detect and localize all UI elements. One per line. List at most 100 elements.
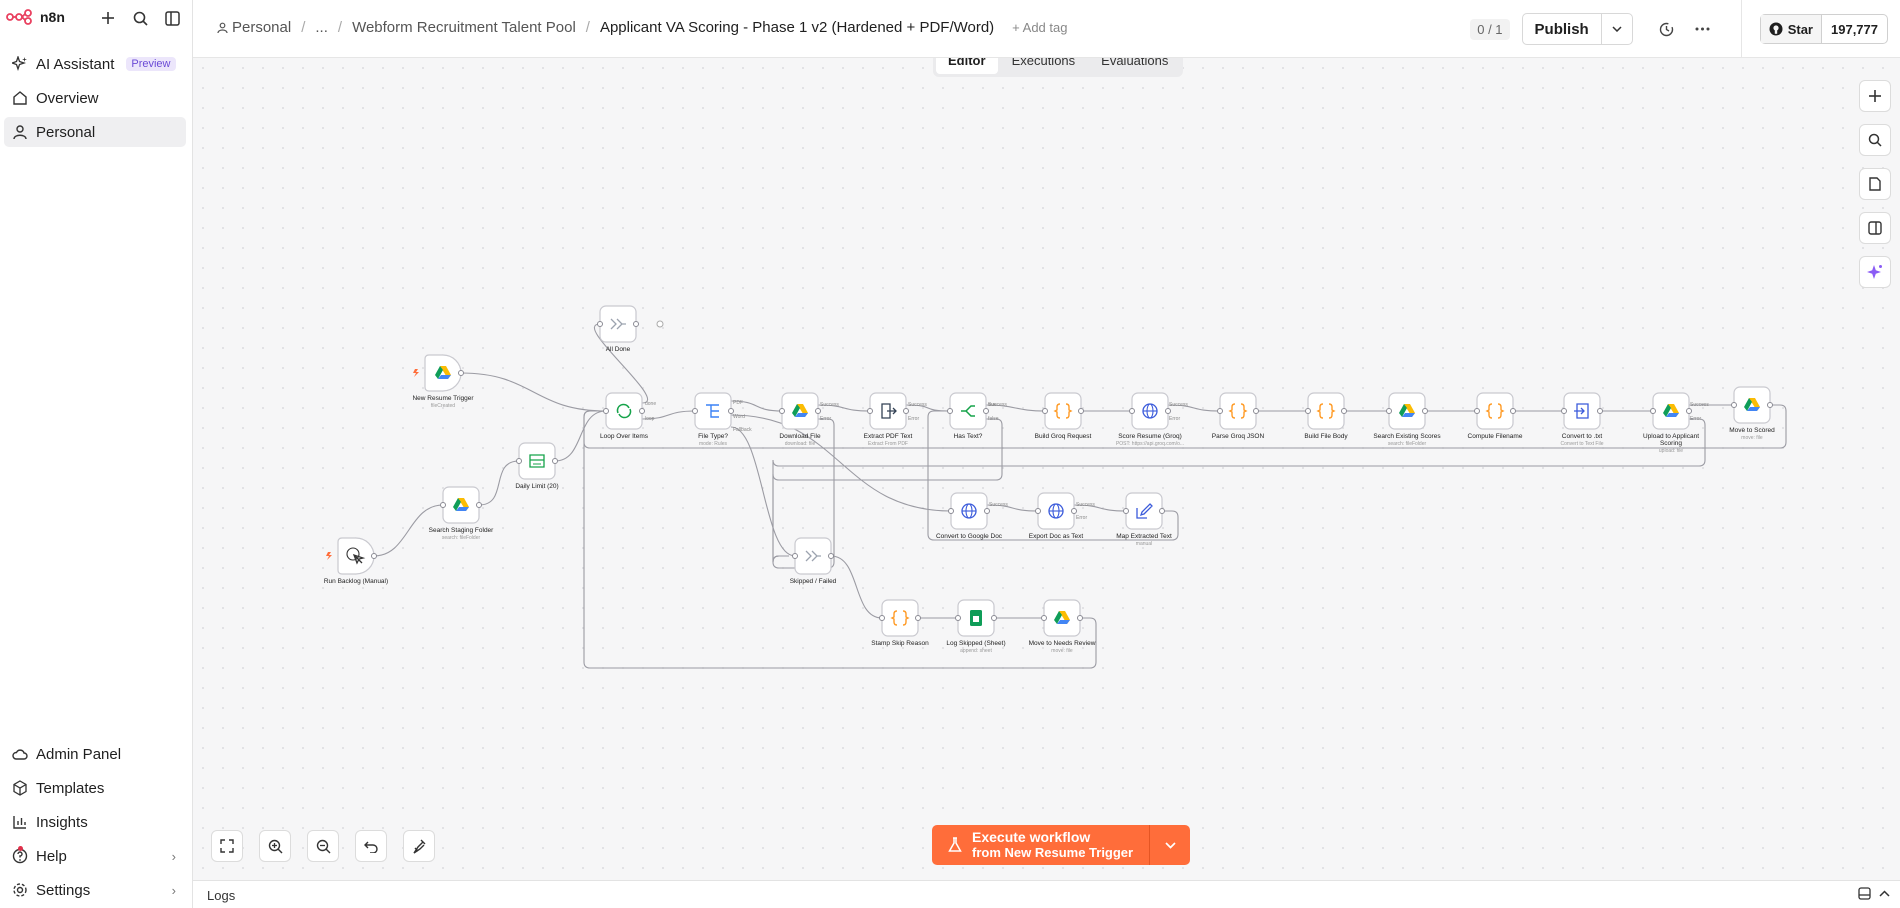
node-build-body[interactable]: Build File Body (1304, 392, 1348, 440)
zoom-in-button[interactable] (259, 830, 291, 862)
sticky-note-button[interactable] (1859, 168, 1891, 200)
app-name: n8n (40, 9, 65, 25)
node-label: Daily Limit (20) (515, 483, 558, 490)
node-label: Run Backlog (Manual) (324, 578, 388, 585)
history-icon[interactable] (1651, 13, 1683, 45)
chevron-up-icon[interactable] (1879, 887, 1890, 900)
breadcrumb-personal[interactable]: Personal (217, 19, 291, 36)
node-trigger[interactable]: New Resume TriggerfileCreated (412, 354, 474, 409)
node-map-text[interactable]: Map Extracted Textmanual (1116, 492, 1172, 547)
node-file-type[interactable]: File Type?mode: Rules (692, 392, 734, 447)
port-label: Success (1690, 402, 1709, 408)
flask-icon (948, 837, 962, 852)
node-build-groq[interactable]: Build Groq Request (1035, 392, 1092, 440)
box-icon (13, 780, 27, 796)
panel-toggle-button[interactable] (1859, 212, 1891, 244)
node-manual[interactable]: Run Backlog (Manual) (324, 537, 388, 585)
n8n-logo[interactable]: n8n (6, 9, 65, 25)
sidebar-item-overview[interactable]: Overview (4, 83, 186, 113)
execute-dropdown-button[interactable] (1150, 825, 1190, 865)
node-convert-txt[interactable]: Convert to .txtConvert to Text File (1561, 392, 1604, 447)
node-label: Map Extracted Text (1116, 533, 1172, 540)
sidebar-item-templates[interactable]: Templates (4, 773, 186, 803)
sidebar-item-admin-panel[interactable]: Admin Panel (4, 739, 186, 769)
port-label: Error (1690, 416, 1701, 422)
logs-panel-icon[interactable] (1858, 887, 1871, 900)
node-has-text[interactable]: Has Text? (947, 392, 989, 440)
logs-panel[interactable]: Logs (193, 880, 1900, 908)
port-label: Error (908, 416, 919, 422)
chevron-down-icon (1165, 841, 1176, 849)
tab-evaluations[interactable]: Evaluations (1089, 58, 1180, 74)
sidebar-toggle-icon[interactable] (162, 8, 182, 28)
fit-view-button[interactable] (211, 830, 243, 862)
tab-executions[interactable]: Executions (1000, 58, 1088, 74)
node-label: Download File (779, 433, 821, 440)
node-download[interactable]: Download Filedownload: file (779, 392, 821, 447)
workflow-title[interactable]: Applicant VA Scoring - Phase 1 v2 (Harde… (600, 19, 994, 36)
undo-icon (364, 841, 378, 853)
port-label: Success (1169, 402, 1188, 408)
node-convert-gdoc[interactable]: Convert to Google Doc (936, 492, 1003, 540)
node-label: Compute Filename (1468, 433, 1523, 440)
chevron-right-icon: › (171, 848, 176, 864)
sidebar-item-ai-assistant[interactable]: AI Assistant Preview (4, 49, 186, 79)
node-search-scores[interactable]: Search Existing Scoressearch: fileFolder (1373, 392, 1441, 447)
chart-icon (13, 816, 26, 829)
node-filename[interactable]: Compute Filename (1468, 392, 1523, 440)
chevron-down-icon[interactable] (1602, 14, 1632, 44)
port-label: Word (733, 414, 745, 420)
node-move-scored[interactable]: Move to Scoredmove: file (1729, 386, 1775, 441)
node-search-staging[interactable]: Search Staging Foldersearch: fileFolder (429, 486, 495, 541)
undo-button[interactable] (355, 830, 387, 862)
ai-sparkle-button[interactable] (1859, 256, 1891, 288)
logs-label: Logs (207, 888, 236, 903)
breadcrumb-folder[interactable]: Webform Recruitment Talent Pool (352, 19, 576, 36)
add-node-button[interactable] (1859, 80, 1891, 112)
node-subtitle: search: fileFolder (442, 535, 481, 541)
node-loop[interactable]: Loop Over Items (600, 392, 649, 440)
zoom-out-button[interactable] (307, 830, 339, 862)
node-label: All Done (606, 346, 631, 353)
search-icon[interactable] (130, 8, 150, 28)
node-extract-pdf[interactable]: Extract PDF TextExtract From PDF (864, 392, 913, 447)
sidebar-item-settings[interactable]: Settings › (4, 875, 186, 905)
port-label: Error (1076, 515, 1087, 521)
sidebar: n8n AI Assistant Preview Overview Person… (0, 0, 193, 908)
node-subtitle: upload: file (1659, 448, 1683, 454)
workflow-canvas[interactable]: done loop PDF Word Fallback Success Success Suc… (193, 58, 1900, 880)
sidebar-item-help[interactable]: Help › (4, 841, 186, 871)
node-parse[interactable]: Parse Groq JSON (1212, 392, 1265, 440)
add-tag-button[interactable]: + Add tag (1012, 20, 1067, 35)
github-icon (1769, 22, 1783, 36)
sidebar-item-personal[interactable]: Personal (4, 117, 186, 147)
node-label: Build File Body (1304, 433, 1348, 440)
sidebar-item-insights[interactable]: Insights (4, 807, 186, 837)
fit-view-icon (220, 839, 234, 853)
node-stamp[interactable]: Stamp Skip Reason (871, 599, 929, 647)
node-skipped[interactable]: Skipped / Failed (790, 537, 837, 585)
node-log-sheet[interactable]: Log Skipped (Sheet)append: sheet (946, 599, 1006, 654)
breadcrumb-ellipsis[interactable]: ... (315, 19, 328, 36)
search-nodes-button[interactable] (1859, 124, 1891, 156)
publish-button[interactable]: Publish (1521, 13, 1633, 45)
node-subtitle: append: sheet (960, 648, 992, 654)
github-star-button[interactable]: Star 197,777 (1759, 14, 1888, 44)
panel-icon (1868, 221, 1882, 235)
node-subtitle: Convert to Text File (1561, 441, 1604, 447)
node-move-review[interactable]: Move to Needs Reviewmove: file (1029, 599, 1096, 654)
more-options-icon[interactable] (1687, 13, 1719, 45)
node-label: Export Doc as Text (1029, 533, 1084, 540)
add-connection-plus-icon (656, 320, 664, 328)
tidy-up-button[interactable] (403, 830, 435, 862)
user-icon (13, 125, 27, 140)
node-label: Convert to Google Doc (936, 533, 1003, 540)
tab-editor[interactable]: Editor (936, 58, 998, 74)
user-icon (217, 22, 228, 33)
plus-icon[interactable] (98, 8, 118, 28)
port-label: loop (645, 416, 655, 422)
node-daily-limit[interactable]: Daily Limit (20) (515, 442, 559, 490)
active-counter: 0 / 1 (1470, 18, 1510, 40)
execute-workflow-button[interactable]: Execute workflow from New Resume Trigger (932, 825, 1191, 865)
node-all-done[interactable]: All Done (597, 305, 639, 353)
